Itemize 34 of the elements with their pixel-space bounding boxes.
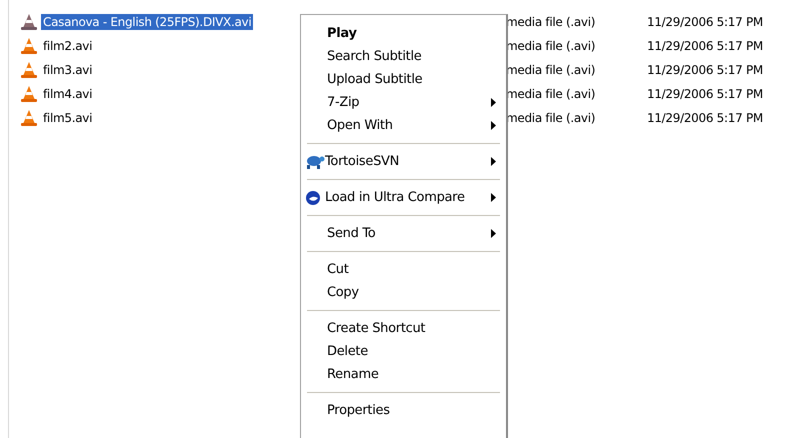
file-name[interactable]: film4.avi [41, 86, 94, 102]
menu-item[interactable]: Open With [327, 118, 393, 133]
menu-item[interactable]: Search Subtitle [327, 49, 422, 64]
menu-item[interactable]: Play [327, 26, 357, 41]
menu-item[interactable]: Create Shortcut [327, 321, 426, 336]
menu-item[interactable]: Properties [327, 403, 390, 418]
file-name[interactable]: film2.avi [41, 38, 94, 54]
file-date: 11/29/2006 5:17 PM [647, 39, 764, 53]
menu-item[interactable]: TortoiseSVN [325, 154, 400, 169]
submenu-arrow-icon [491, 193, 496, 202]
file-date: 11/29/2006 5:17 PM [647, 111, 764, 125]
file-name[interactable]: Casanova - English (25FPS).DIVX.avi [41, 14, 254, 30]
traffic-cone-icon [20, 85, 38, 103]
menu-item[interactable]: Send To [327, 226, 376, 241]
file-name[interactable]: film3.avi [41, 62, 94, 78]
file-date: 11/29/2006 5:17 PM [647, 63, 764, 77]
submenu-arrow-icon [491, 229, 496, 238]
menu-item[interactable]: Load in Ultra Compare [325, 190, 465, 205]
menu-item[interactable]: Rename [327, 367, 379, 382]
file-date: 11/29/2006 5:17 PM [647, 87, 764, 101]
menu-item[interactable]: 7-Zip [327, 95, 360, 110]
menu-item[interactable]: Delete [327, 344, 368, 359]
traffic-cone-icon [20, 61, 38, 79]
submenu-arrow-icon [491, 157, 496, 166]
menu-item[interactable]: Cut [327, 262, 349, 277]
submenu-arrow-icon [491, 121, 496, 130]
file-name[interactable]: film5.avi [41, 110, 94, 126]
submenu-arrow-icon [491, 98, 496, 107]
menu-item[interactable]: Upload Subtitle [327, 72, 422, 87]
menu-item[interactable]: Copy [327, 285, 359, 300]
traffic-cone-icon [20, 37, 38, 55]
traffic-cone-icon [20, 13, 38, 31]
file-date: 11/29/2006 5:17 PM [647, 15, 764, 29]
traffic-cone-icon [20, 109, 38, 127]
